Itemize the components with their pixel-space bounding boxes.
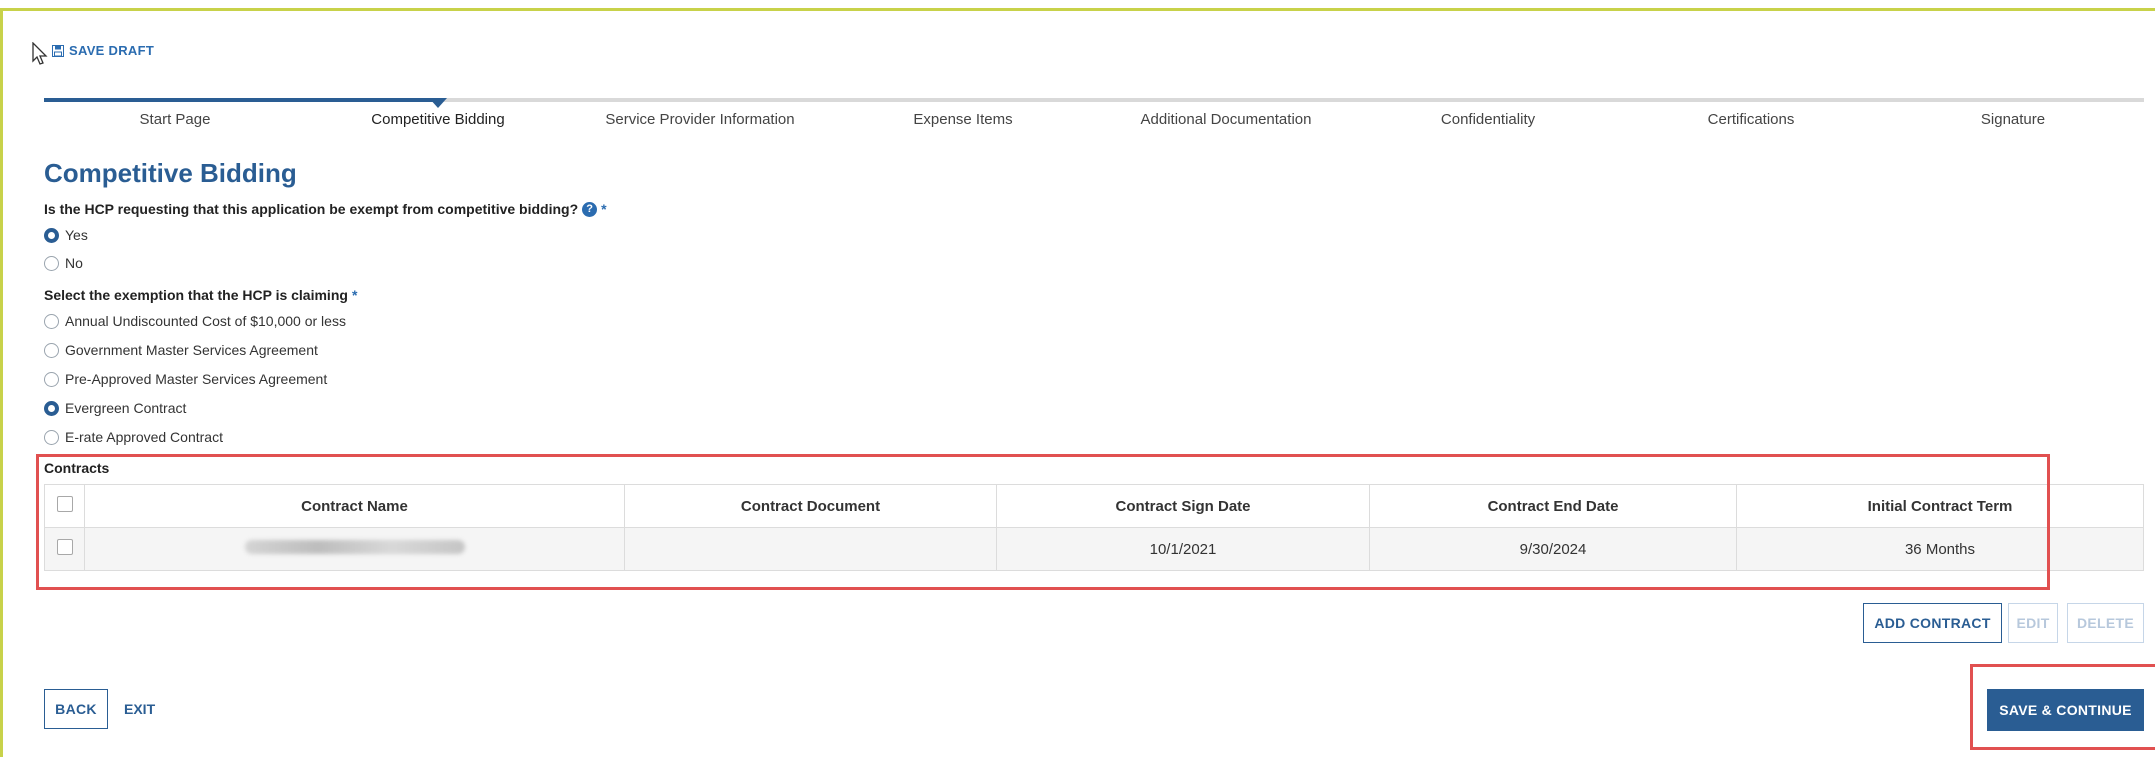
- exempt-question-text: Is the HCP requesting that this applicat…: [44, 201, 579, 217]
- step-confidentiality[interactable]: Confidentiality: [1441, 111, 1535, 128]
- radio-label: Evergreen Contract: [65, 400, 187, 416]
- help-icon[interactable]: ?: [582, 201, 598, 217]
- exit-link[interactable]: EXIT: [124, 701, 155, 717]
- exemption-question-label: Select the exemption that the HCP is cla…: [44, 287, 357, 303]
- radio-button[interactable]: [44, 429, 59, 445]
- radio-exempt-yes[interactable]: Yes: [44, 227, 88, 243]
- highlight-box-contracts: [36, 454, 2050, 590]
- edit-button[interactable]: EDIT: [2008, 603, 2058, 643]
- step-additional-documentation[interactable]: Additional Documentation: [1141, 111, 1312, 128]
- back-button[interactable]: BACK: [44, 689, 108, 729]
- step-expense-items[interactable]: Expense Items: [913, 111, 1012, 128]
- radio-label: Annual Undiscounted Cost of $10,000 or l…: [65, 313, 346, 329]
- step-signature[interactable]: Signature: [1981, 111, 2045, 128]
- radio-label: Pre-Approved Master Services Agreement: [65, 371, 328, 387]
- required-marker: *: [351, 287, 358, 303]
- step-start-page[interactable]: Start Page: [140, 111, 211, 128]
- exempt-question-label: Is the HCP requesting that this applicat…: [44, 201, 607, 217]
- step-navigation: Start Page Competitive Bidding Service P…: [44, 111, 2144, 135]
- radio-button[interactable]: [44, 342, 59, 358]
- radio-button[interactable]: [44, 255, 59, 271]
- radio-button[interactable]: [44, 313, 59, 329]
- radio-button[interactable]: [44, 371, 59, 387]
- radio-exemption-evergreen[interactable]: Evergreen Contract: [44, 400, 186, 416]
- delete-button[interactable]: DELETE: [2067, 603, 2144, 643]
- radio-label: E-rate Approved Contract: [65, 429, 223, 445]
- radio-label: Yes: [65, 227, 88, 243]
- step-progress-fill: [44, 98, 440, 102]
- radio-exemption-preapproved-msa[interactable]: Pre-Approved Master Services Agreement: [44, 371, 327, 387]
- radio-label: Government Master Services Agreement: [65, 342, 318, 358]
- step-service-provider-information[interactable]: Service Provider Information: [605, 111, 794, 128]
- floppy-disk-icon: [52, 44, 64, 57]
- radio-exemption-erate[interactable]: E-rate Approved Contract: [44, 429, 223, 445]
- radio-exemption-annual-cost[interactable]: Annual Undiscounted Cost of $10,000 or l…: [44, 313, 346, 329]
- save-draft-label: SAVE DRAFT: [69, 43, 155, 58]
- step-competitive-bidding[interactable]: Competitive Bidding: [371, 111, 504, 128]
- add-contract-button[interactable]: ADD CONTRACT: [1863, 603, 2002, 643]
- radio-label: No: [65, 255, 83, 271]
- radio-exempt-no[interactable]: No: [44, 255, 83, 271]
- step-certifications[interactable]: Certifications: [1708, 111, 1795, 128]
- radio-button-selected[interactable]: [44, 227, 59, 243]
- required-marker: *: [601, 201, 607, 217]
- radio-button-selected[interactable]: [44, 400, 59, 416]
- exemption-question-text: Select the exemption that the HCP is cla…: [44, 287, 348, 303]
- mouse-cursor-icon: [32, 42, 48, 65]
- highlight-box-save-continue: [1970, 664, 2155, 750]
- save-draft-button[interactable]: SAVE DRAFT: [52, 43, 154, 58]
- page-title: Competitive Bidding: [44, 158, 297, 188]
- radio-exemption-government-msa[interactable]: Government Master Services Agreement: [44, 342, 318, 358]
- active-step-caret-icon: [429, 98, 447, 108]
